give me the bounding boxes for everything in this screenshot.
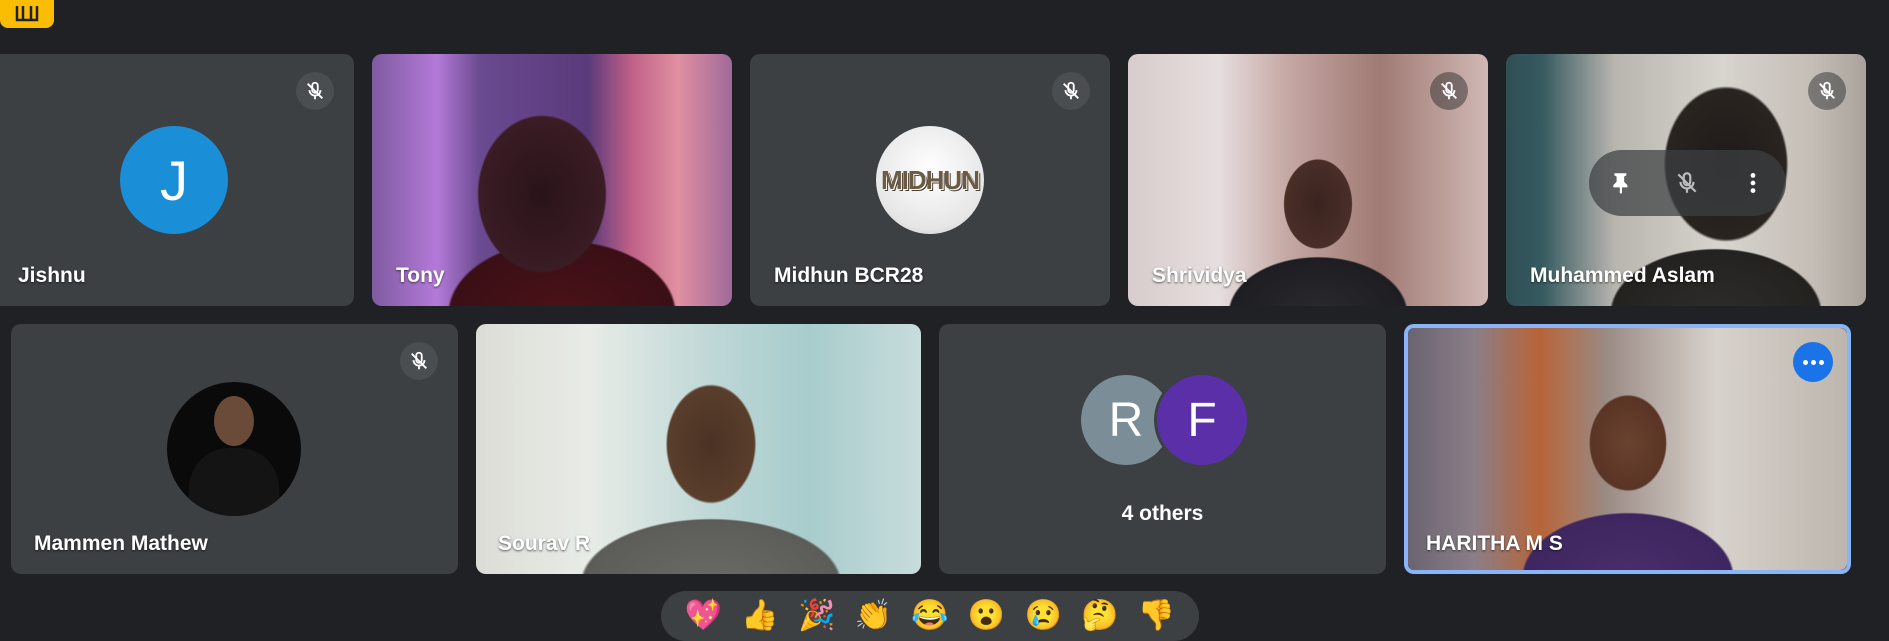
participant-name: Muhammed Aslam	[1530, 264, 1715, 287]
avatar-photo	[214, 396, 254, 446]
avatar: F	[1157, 375, 1247, 465]
mic-off-icon	[1819, 81, 1835, 100]
reaction-party[interactable]: 🎉	[798, 601, 835, 631]
participant-name: Tony	[396, 264, 445, 287]
mic-off-icon	[307, 81, 323, 100]
reaction-clap[interactable]: 👏	[855, 601, 892, 631]
avatar: MIDHUN	[876, 126, 984, 234]
reaction-thumbs-up[interactable]: 👍	[741, 601, 778, 631]
reaction-thinking[interactable]: 🤔	[1081, 601, 1118, 631]
mic-off-indicator	[400, 342, 438, 380]
participant-name: Jishnu	[18, 264, 86, 287]
participant-name: Mammen Mathew	[34, 532, 208, 555]
mic-off-icon[interactable]	[1674, 170, 1700, 196]
participant-tile-jishnu[interactable]: J Jishnu	[0, 54, 354, 306]
participant-tile-midhun[interactable]: MIDHUN Midhun BCR28	[750, 54, 1110, 306]
mic-off-icon	[1063, 81, 1079, 100]
reaction-surprised[interactable]: 😮	[968, 601, 1005, 631]
participant-tile-mammen-mathew[interactable]: Mammen Mathew	[11, 324, 458, 574]
participant-tile-sourav-r[interactable]: Sourav R	[476, 324, 921, 574]
more-options-button[interactable]	[1793, 342, 1833, 382]
layout-toggle-button[interactable]	[0, 0, 54, 28]
participant-tile-others[interactable]: R F 4 others	[939, 324, 1386, 574]
layout-icon	[15, 6, 39, 22]
mic-off-icon	[411, 351, 427, 370]
reaction-sad[interactable]: 😢	[1025, 601, 1062, 631]
mic-off-indicator	[1052, 72, 1090, 110]
mic-off-indicator	[1808, 72, 1846, 110]
more-horiz-icon	[1802, 359, 1808, 365]
participant-name: Shrividya	[1152, 264, 1247, 287]
participant-tile-haritha[interactable]: HARITHA M S	[1404, 324, 1851, 574]
participant-tile-tony[interactable]: Tony	[372, 54, 732, 306]
reaction-heart[interactable]: 💖	[685, 601, 722, 631]
mic-off-icon	[1441, 81, 1457, 100]
others-count-label: 4 others	[1121, 502, 1204, 525]
avatar: J	[120, 126, 228, 234]
mic-off-indicator	[1430, 72, 1468, 110]
pin-icon[interactable]	[1609, 170, 1635, 196]
participant-tile-muhammed-aslam[interactable]: Muhammed Aslam	[1506, 54, 1866, 306]
more-vert-icon[interactable]	[1740, 170, 1766, 196]
reaction-thumbs-down[interactable]: 👎	[1138, 601, 1175, 631]
participant-tile-shrividya[interactable]: Shrividya	[1128, 54, 1488, 306]
participant-name: Sourav R	[498, 532, 591, 555]
participant-name: Midhun BCR28	[774, 264, 924, 287]
avatar	[167, 382, 301, 516]
participant-name: HARITHA M S	[1426, 532, 1563, 555]
avatar-photo-body	[189, 448, 279, 516]
reaction-bar: 💖 👍 🎉 👏 😂 😮 😢 🤔 👎	[661, 591, 1199, 641]
reaction-laugh[interactable]: 😂	[911, 601, 948, 631]
participant-hover-controls	[1589, 150, 1786, 216]
mic-off-indicator	[296, 72, 334, 110]
